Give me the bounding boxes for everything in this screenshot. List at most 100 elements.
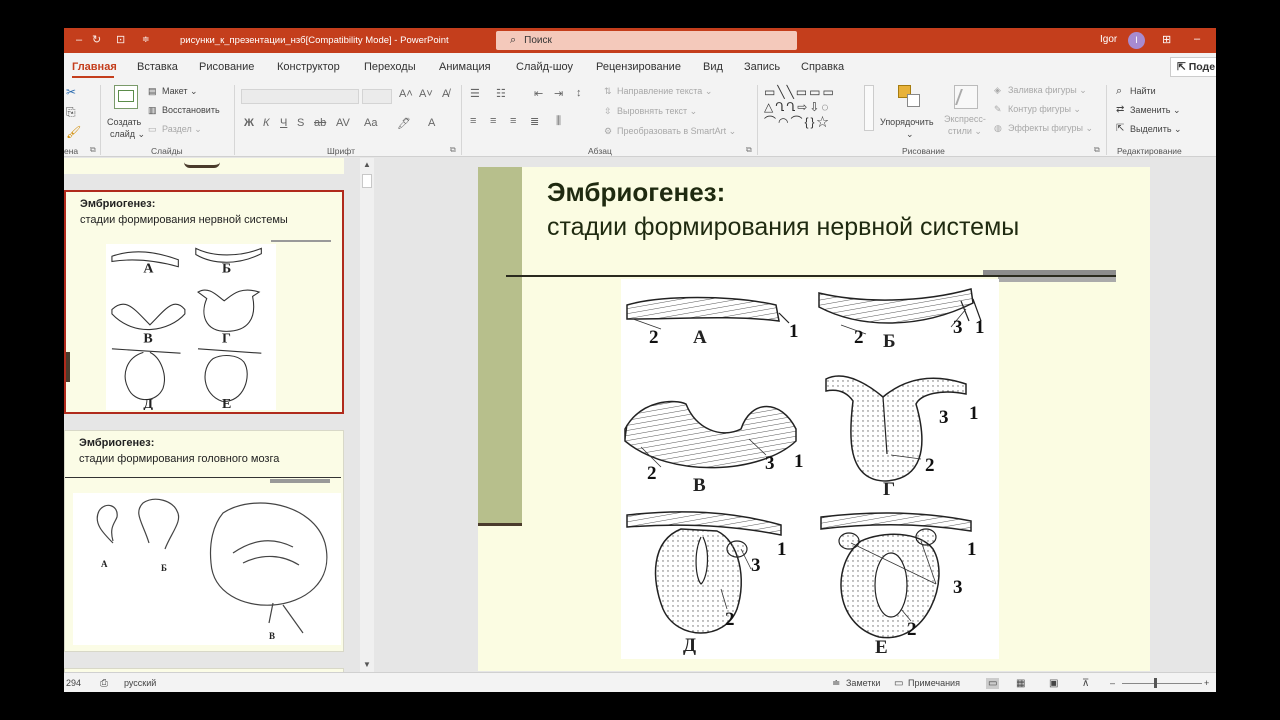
increase-font-icon[interactable]: A˄ xyxy=(399,88,413,100)
find-icon[interactable]: ⌕ xyxy=(1116,85,1122,98)
avatar[interactable]: I xyxy=(1128,32,1145,49)
tab-view[interactable]: Вид xyxy=(703,61,723,73)
comments-button[interactable]: Примечания xyxy=(908,678,960,688)
align-text-icon[interactable]: ⇳ xyxy=(604,106,612,117)
text-direction-button[interactable]: Направление текста ⌄ xyxy=(617,86,712,97)
replace-icon[interactable]: ⇄ xyxy=(1116,104,1124,115)
scroll-up-icon[interactable]: ▲ xyxy=(363,160,371,169)
tab-transitions[interactable]: Переходы xyxy=(364,61,416,73)
shape-outline-button[interactable]: Контур фигуры ⌄ xyxy=(1008,104,1081,115)
comments-icon[interactable]: ▭ xyxy=(894,678,903,689)
tab-review[interactable]: Рецензирование xyxy=(596,61,681,73)
new-slide-icon[interactable] xyxy=(114,85,138,109)
copy-icon[interactable]: ⎘ xyxy=(66,105,76,120)
share-button[interactable]: ⇱ Поде xyxy=(1170,57,1216,77)
font-color-icon[interactable]: A xyxy=(428,117,435,129)
clear-format-icon[interactable]: A̸ xyxy=(442,88,449,100)
minimize-icon[interactable]: – xyxy=(1194,33,1200,45)
shape-fill-icon[interactable]: ◈ xyxy=(994,85,1001,96)
slideshow-icon[interactable]: ⊼ xyxy=(1082,678,1089,689)
slide-subtitle[interactable]: стадии формирования нервной системы xyxy=(547,209,1067,245)
slide-sorter-icon[interactable]: ▦ xyxy=(1016,678,1025,689)
tab-insert[interactable]: Вставка xyxy=(137,61,178,73)
tab-help[interactable]: Справка xyxy=(801,61,844,73)
thumbnails-scrollbar[interactable]: ▲ ▼ xyxy=(360,158,374,672)
change-case-icon[interactable]: Aa xyxy=(364,117,377,129)
shapes-gallery[interactable]: ▭╲╲▭▭▭ △ՂՂ⇨⇩◌ ⌒◠⌒{}☆ xyxy=(764,85,874,135)
numbering-icon[interactable]: ☷ xyxy=(496,87,506,100)
smartart-icon[interactable]: ⚙ xyxy=(604,126,612,137)
layout-icon[interactable]: ▤ xyxy=(148,86,157,97)
format-painter-icon[interactable]: 🖌 xyxy=(66,125,81,139)
smartart-button[interactable]: Преобразовать в SmartArt ⌄ xyxy=(617,126,736,137)
clipboard-launcher-icon[interactable]: ⧉ xyxy=(90,145,96,155)
quick-styles-icon[interactable] xyxy=(954,85,978,109)
line-spacing-icon[interactable]: ↕ xyxy=(576,87,582,99)
tab-record[interactable]: Запись xyxy=(744,61,780,73)
replace-button[interactable]: Заменить ⌄ xyxy=(1130,105,1180,116)
tab-animations[interactable]: Анимация xyxy=(439,61,491,73)
zoom-slider-thumb[interactable] xyxy=(1154,678,1157,688)
find-button[interactable]: Найти xyxy=(1130,86,1156,96)
notes-icon[interactable]: ≐ xyxy=(832,678,840,689)
zoom-slider[interactable] xyxy=(1122,683,1202,684)
redo-icon[interactable]: ↻ xyxy=(92,33,101,46)
reading-view-icon[interactable]: ▣ xyxy=(1049,678,1058,689)
text-direction-icon[interactable]: ⇅ xyxy=(604,86,612,97)
minimize-ribbon-icon[interactable]: – xyxy=(76,34,82,46)
arrange-button[interactable]: Упорядочить xyxy=(880,117,934,127)
slide-title[interactable]: Эмбриогенез: xyxy=(547,177,725,208)
justify-icon[interactable]: ≣ xyxy=(530,115,539,128)
slide-thumbnail-selected[interactable]: Эмбриогенез: стадии формирования нервной… xyxy=(64,190,344,414)
underline-icon[interactable]: Ч xyxy=(280,117,287,129)
font-size-select[interactable] xyxy=(362,89,392,104)
normal-view-icon[interactable]: ▭ xyxy=(986,678,1000,689)
font-launcher-icon[interactable]: ⧉ xyxy=(450,145,456,155)
layout-button[interactable]: Макет ⌄ xyxy=(162,86,198,97)
arrange-dropdown[interactable]: ⌄ xyxy=(906,129,914,140)
slide-canvas[interactable]: Эмбриогенез: стадии формирования нервной… xyxy=(478,167,1150,671)
bullets-icon[interactable]: ☰ xyxy=(470,87,480,100)
quick-styles-label-2[interactable]: стили ⌄ xyxy=(948,126,982,137)
shape-outline-icon[interactable]: ✎ xyxy=(994,104,1002,115)
arrange-icon[interactable] xyxy=(898,85,922,109)
customize-toolbar-icon[interactable]: ≑ xyxy=(142,34,150,45)
strikethrough-icon[interactable]: ab xyxy=(314,117,326,129)
decrease-indent-icon[interactable]: ⇤ xyxy=(534,87,543,100)
paragraph-launcher-icon[interactable]: ⧉ xyxy=(746,145,752,155)
italic-icon[interactable]: К xyxy=(263,117,269,129)
zoom-out-icon[interactable]: – xyxy=(1110,678,1115,688)
zoom-in-icon[interactable]: + xyxy=(1204,678,1209,688)
slide-thumbnail-previous[interactable] xyxy=(64,158,344,174)
tab-draw[interactable]: Рисование xyxy=(199,61,254,73)
shape-effects-button[interactable]: Эффекты фигуры ⌄ xyxy=(1008,123,1093,134)
notes-button[interactable]: Заметки xyxy=(846,678,880,688)
tab-home[interactable]: Главная xyxy=(72,61,117,73)
tab-design[interactable]: Конструктор xyxy=(277,61,340,73)
reset-icon[interactable]: ▥ xyxy=(148,105,157,116)
increase-indent-icon[interactable]: ⇥ xyxy=(554,87,563,100)
font-name-select[interactable] xyxy=(241,89,359,104)
new-slide-label[interactable]: Создать xyxy=(107,117,141,127)
shape-effects-icon[interactable]: ◍ xyxy=(994,123,1002,134)
slide-thumbnail-next[interactable]: Эмбриогенез: стадии формирования головно… xyxy=(64,430,344,652)
align-center-icon[interactable]: ≡ xyxy=(490,115,496,127)
columns-icon[interactable]: ⫼ xyxy=(556,115,561,128)
scroll-down-icon[interactable]: ▼ xyxy=(363,660,371,669)
align-right-icon[interactable]: ≡ xyxy=(510,115,516,127)
drawing-launcher-icon[interactable]: ⧉ xyxy=(1094,145,1100,155)
cut-icon[interactable]: ✂ xyxy=(66,85,76,99)
bold-icon[interactable]: Ж xyxy=(244,117,254,129)
ribbon-display-icon[interactable]: ⊞ xyxy=(1162,33,1171,46)
presentation-icon[interactable]: ⊡ xyxy=(116,33,125,46)
select-button[interactable]: Выделить ⌄ xyxy=(1130,124,1182,135)
section-icon[interactable]: ▭ xyxy=(148,124,157,135)
language-indicator[interactable]: русский xyxy=(124,678,156,688)
shape-fill-button[interactable]: Заливка фигуры ⌄ xyxy=(1008,85,1087,96)
reset-button[interactable]: Восстановить xyxy=(162,105,220,115)
neural-development-figure[interactable]: 1 2 1 3 2 1 3 2 1 3 2 1 3 2 1 3 2 А Б В xyxy=(621,279,999,659)
shapes-gallery-scroll[interactable] xyxy=(864,85,874,131)
select-icon[interactable]: ⇱ xyxy=(1116,123,1124,134)
decrease-font-icon[interactable]: A˅ xyxy=(419,88,433,100)
scroll-thumb[interactable] xyxy=(362,174,372,188)
